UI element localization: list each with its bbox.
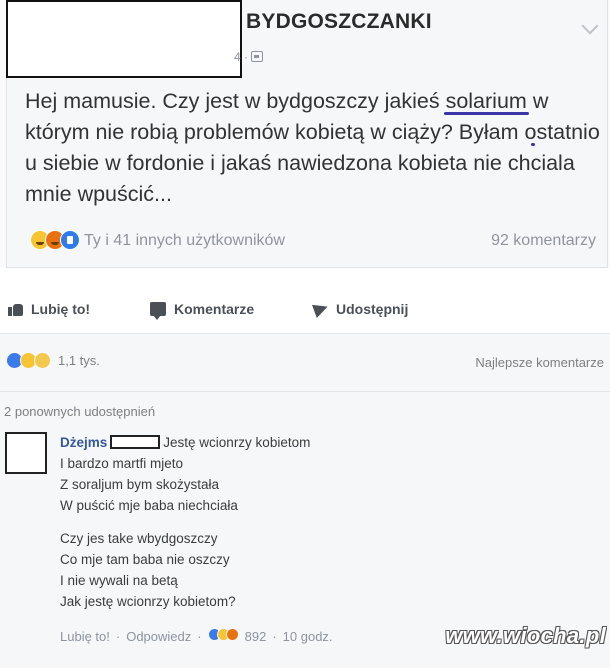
comment-line: Jak jestę wcionrzy kobietom? <box>60 594 236 609</box>
post-meta: 4 · <box>234 50 264 64</box>
comment-actions: Lubię to! · Odpowiedz · 892 · 10 godz. <box>60 628 333 644</box>
comment-line: W puścić mje baba niechciała <box>60 498 238 513</box>
post-text-part1: Hej mamusie. Czy jest w bydgoszczy jakie… <box>25 89 446 113</box>
comment-line: Co mje tam baba nie oszczy <box>60 552 230 567</box>
like-button-label: Lubię to! <box>31 301 91 317</box>
separator: · <box>272 628 277 644</box>
post-highlight-solarium: solarium <box>443 89 529 115</box>
action-bar: Lubię to! Komentarze Udostępnij <box>0 268 610 334</box>
reactions-who[interactable]: Ty i 41 innych użytkowników <box>84 232 285 250</box>
post-meta-text: 4 · <box>234 50 249 64</box>
comment-line: I bardzo martfi mjeto <box>60 456 184 471</box>
group-name[interactable]: BYDGOSZCZANKI <box>246 10 432 34</box>
post-reactions-row[interactable]: Ty i 41 innych użytkowników 92 komentarz… <box>30 228 600 254</box>
comment-body: Dżejms Jestę wcionrzy kobietom I bardzo m… <box>60 432 600 612</box>
share-button[interactable]: Udostępnij <box>312 300 409 318</box>
post-highlight-solarium-text: solarium <box>445 89 527 113</box>
underline-mark <box>443 112 529 115</box>
separator: · <box>197 628 202 644</box>
comment-line: Jestę wcionrzy kobietom <box>163 435 311 450</box>
shared-post-card: BYDGOSZCZANKI 4 · Hej mamusie. Czy jest … <box>0 0 610 268</box>
share-arrow-icon <box>312 300 330 318</box>
comment-like-link[interactable]: Lubię to! <box>60 629 110 644</box>
comment-reply-link[interactable]: Odpowiedz <box>126 629 191 644</box>
comment-button[interactable]: Komentarze <box>150 301 255 320</box>
post-text: Hej mamusie. Czy jest w bydgoszczy jakie… <box>25 86 605 210</box>
separator: · <box>115 628 121 644</box>
comment-bubble-icon <box>150 302 166 320</box>
comment-reactions[interactable] <box>207 628 239 644</box>
redacted-author-box <box>6 0 242 78</box>
share-button-label: Udostępnij <box>336 301 409 317</box>
redacted-name-box <box>110 435 161 449</box>
comment-first-line: Dżejms Jestę wcionrzy kobietom <box>60 432 600 453</box>
reaction-summary: 1,1 tys. Najlepsze komentarze <box>0 334 610 392</box>
shares-bar: 2 ponownych udostępnień <box>0 392 610 424</box>
audience-icon <box>251 51 264 62</box>
comment-line: I nie wywali na betą <box>60 573 178 588</box>
stanza-gap <box>60 516 600 528</box>
comment-line: Z soraljum bym skożystała <box>60 477 220 492</box>
sad-reaction-icon <box>34 352 51 369</box>
comment-timestamp[interactable]: 10 godz. <box>283 629 333 644</box>
comment-sort-dropdown[interactable]: Najlepsze komentarze <box>475 355 604 370</box>
comment-line: Czy jes take wbydgoszczy <box>60 531 218 546</box>
underline-mark <box>530 143 535 146</box>
comment-author[interactable]: Dżejms <box>60 435 107 450</box>
comment-count[interactable]: 92 komentarzy <box>491 232 596 250</box>
reaction-count[interactable]: 1,1 tys. <box>58 353 100 368</box>
comment-button-label: Komentarze <box>174 301 255 317</box>
like-reaction-icon <box>60 230 80 250</box>
comment-reaction-count[interactable]: 892 <box>245 629 267 644</box>
thumbs-up-icon <box>8 302 23 316</box>
like-button[interactable]: Lubię to! <box>8 301 90 317</box>
watermark: www.wiocha.pl <box>445 623 606 648</box>
angry-reaction-icon <box>225 628 239 641</box>
avatar[interactable] <box>5 432 47 474</box>
shares-count[interactable]: 2 ponownych udostępnień <box>4 404 155 419</box>
